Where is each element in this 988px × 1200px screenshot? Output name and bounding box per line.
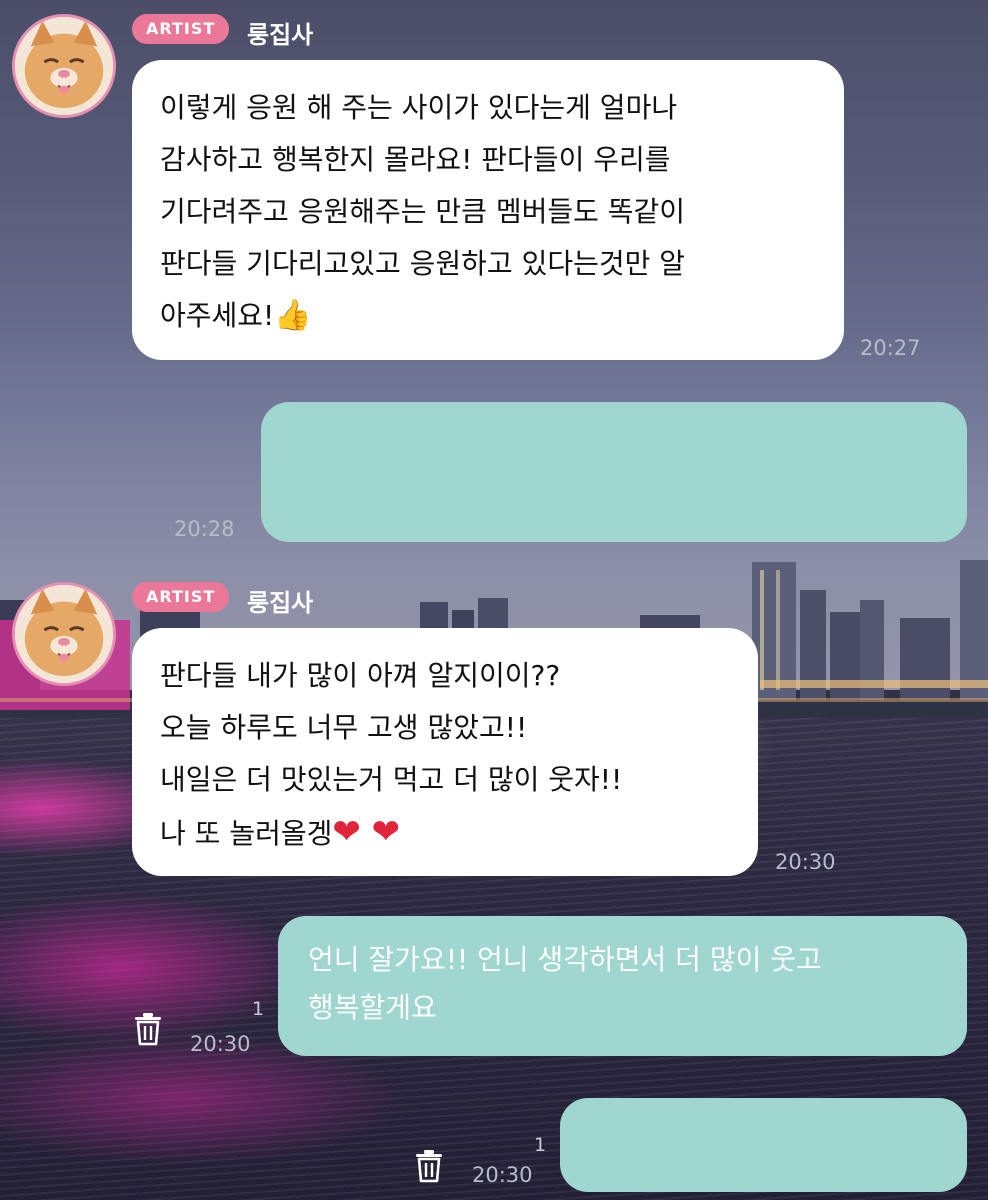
incoming-message-bubble[interactable]: 이렇게 응원 해 주는 사이가 있다는게 얼마나 감사하고 행복한지 몰라요! … (132, 60, 844, 360)
sender-name[interactable]: 룽집사 (247, 15, 313, 50)
message-time: 20:30 (472, 1163, 533, 1187)
artist-badge: ARTIST (132, 14, 230, 44)
unread-count: 1 (534, 1134, 547, 1156)
cat-avatar-icon (15, 585, 113, 683)
outgoing-message-bubble[interactable] (560, 1098, 967, 1192)
sender-name[interactable]: 룽집사 (247, 583, 313, 618)
artist-avatar[interactable] (12, 14, 116, 118)
heart-emoji-icon: ❤ ❤ (332, 812, 401, 852)
artist-badge: ARTIST (132, 582, 230, 612)
message-time: 20:30 (775, 850, 836, 874)
artist-avatar[interactable] (12, 582, 116, 686)
message-text: 이렇게 응원 해 주는 사이가 있다는게 얼마나 감사하고 행복한지 몰라요! … (160, 91, 686, 332)
trash-icon[interactable] (133, 1012, 163, 1046)
outgoing-message-bubble[interactable]: 언니 잘가요!! 언니 생각하면서 더 많이 웃고 행복할게요 (278, 916, 967, 1056)
trash-icon[interactable] (414, 1149, 444, 1183)
message-time: 20:28 (174, 517, 235, 541)
message-text: 언니 잘가요!! 언니 생각하면서 더 많이 웃고 행복할게요 (308, 943, 822, 1024)
thumbs-up-emoji-icon: 👍 (274, 298, 312, 333)
message-time: 20:27 (860, 336, 921, 360)
message-time: 20:30 (190, 1032, 251, 1056)
unread-count: 1 (252, 998, 265, 1020)
outgoing-message-bubble[interactable] (261, 402, 967, 542)
cat-avatar-icon (15, 17, 113, 115)
incoming-message-bubble[interactable]: 판다들 내가 많이 아껴 알지이이?? 오늘 하루도 너무 고생 많았고!! 내… (132, 628, 758, 876)
